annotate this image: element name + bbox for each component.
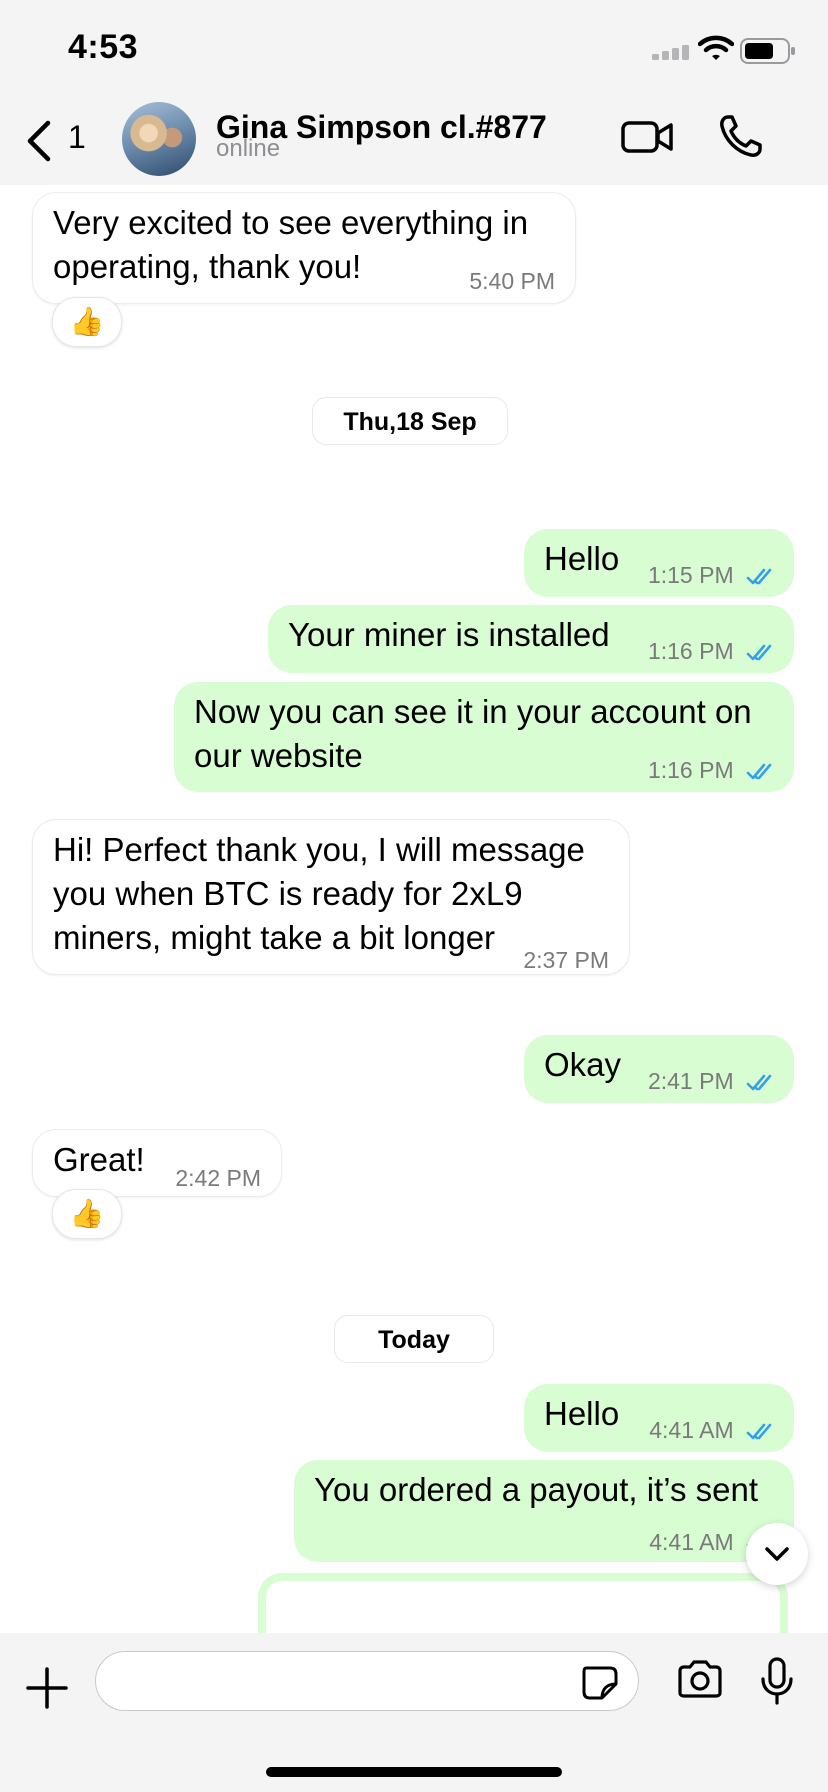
camera-icon[interactable] xyxy=(676,1659,724,1699)
message-incoming[interactable]: Hi! Perfect thank you, I will message yo… xyxy=(32,819,630,975)
message-outgoing[interactable]: Hello 1:15 PM xyxy=(524,529,794,597)
wifi-icon xyxy=(698,35,734,60)
message-input[interactable] xyxy=(95,1651,639,1711)
battery-icon xyxy=(740,38,795,64)
message-text: Your miner is installed xyxy=(288,616,610,653)
message-time: 2:37 PM xyxy=(523,947,609,973)
status-bar: 4:53 xyxy=(0,0,828,95)
video-call-icon[interactable] xyxy=(620,117,674,157)
message-incoming[interactable]: Great! 2:42 PM xyxy=(32,1129,282,1197)
read-receipt-icon xyxy=(746,1074,772,1091)
read-receipt-icon xyxy=(746,644,772,661)
chat-header: 1 Gina Simpson cl.#877 online xyxy=(0,95,828,185)
date-divider: Today xyxy=(334,1315,494,1363)
message-time: 1:16 PM xyxy=(648,748,778,792)
message-text: Okay xyxy=(544,1046,622,1083)
reaction-badge[interactable]: 👍 xyxy=(52,297,122,347)
reaction-badge[interactable]: 👍 xyxy=(52,1189,122,1239)
date-divider: Thu,18 Sep xyxy=(312,397,508,445)
message-time: 2:41 PM xyxy=(648,1059,778,1103)
plus-icon[interactable] xyxy=(26,1667,68,1709)
message-outgoing[interactable]: Your miner is installed 1:16 PM xyxy=(268,605,794,673)
message-list[interactable]: Very excited to see everything in operat… xyxy=(0,185,828,1633)
unread-count[interactable]: 1 xyxy=(68,119,86,156)
message-outgoing[interactable]: Now you can see it in your account on ou… xyxy=(174,682,794,792)
contact-status: online xyxy=(216,135,281,162)
read-receipt-icon xyxy=(746,763,772,780)
message-text: Hello xyxy=(544,1395,620,1432)
message-text: Very excited to see everything in operat… xyxy=(53,204,529,285)
message-time: 5:40 PM xyxy=(469,268,555,294)
microphone-icon[interactable] xyxy=(760,1657,794,1705)
avatar[interactable] xyxy=(122,102,196,176)
message-time: 2:42 PM xyxy=(175,1165,261,1191)
message-outgoing[interactable]: You ordered a payout, it’s sent 4:41 AM xyxy=(294,1460,794,1562)
home-indicator[interactable] xyxy=(266,1767,562,1777)
message-time: 1:16 PM xyxy=(648,629,778,673)
scroll-to-bottom-button[interactable] xyxy=(746,1523,808,1585)
message-time: 4:41 AM xyxy=(649,1408,778,1452)
message-text: Hi! Perfect thank you, I will message yo… xyxy=(53,831,585,956)
sticker-icon[interactable] xyxy=(580,1664,620,1700)
read-receipt-icon xyxy=(746,568,772,585)
message-text: You ordered a payout, it’s sent xyxy=(314,1471,758,1508)
read-receipt-icon xyxy=(746,1423,772,1440)
message-text: Hello xyxy=(544,540,620,577)
chevron-down-icon xyxy=(765,1547,789,1561)
message-time: 1:15 PM xyxy=(648,553,778,597)
message-outgoing[interactable]: Okay 2:41 PM xyxy=(524,1035,794,1103)
attachment-preview[interactable] xyxy=(258,1573,788,1633)
message-text: Great! xyxy=(53,1141,145,1178)
message-incoming[interactable]: Very excited to see everything in operat… xyxy=(32,192,576,304)
signal-icon xyxy=(652,45,689,60)
back-chevron-icon[interactable] xyxy=(24,119,54,163)
phone-call-icon[interactable] xyxy=(718,113,764,159)
status-time: 4:53 xyxy=(68,28,139,66)
message-outgoing[interactable]: Hello 4:41 AM xyxy=(524,1384,794,1452)
